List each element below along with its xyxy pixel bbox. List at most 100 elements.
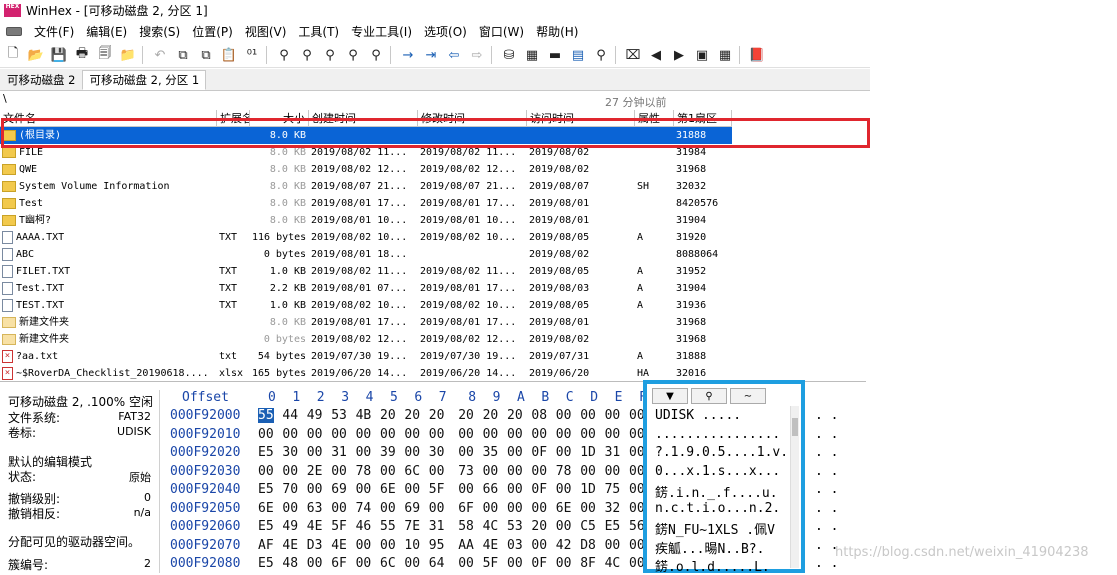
file-row[interactable]: T幽柯? 8.0 KB 2019/08/01 10... 2019/08/01 10.… xyxy=(0,212,732,229)
hex-byte[interactable]: 00 xyxy=(507,501,523,516)
hex-byte[interactable]: 00 xyxy=(380,501,396,516)
hex-byte[interactable]: 55 xyxy=(380,519,396,534)
hex-byte[interactable]: E5 xyxy=(258,556,274,571)
hex-byte[interactable]: 00 xyxy=(556,445,572,460)
file-row[interactable]: FILET.TXT TXT 1.0 KB 2019/08/02 11... 2019/0… xyxy=(0,263,732,280)
hex-byte[interactable]: 00 xyxy=(307,482,323,497)
next-icon[interactable]: ▶ xyxy=(669,45,689,65)
new-file-icon[interactable]: 🗋 xyxy=(3,45,23,65)
hex-byte[interactable]: 64 xyxy=(429,556,445,571)
hex-byte[interactable]: 44 xyxy=(282,408,298,423)
wave-icon[interactable]: ∼ xyxy=(730,388,766,404)
hex-byte[interactable]: 2E xyxy=(307,464,323,479)
hex-byte[interactable]: 58 xyxy=(458,519,474,534)
hex-byte[interactable]: 4B xyxy=(356,408,372,423)
open-folder-icon[interactable]: 📁 xyxy=(118,45,138,65)
dropdown-arrow-icon[interactable]: ▼ xyxy=(652,388,688,404)
hex-byte[interactable]: 46 xyxy=(356,519,372,534)
hex-byte[interactable]: 00 xyxy=(458,556,474,571)
hex-byte[interactable]: 00 xyxy=(507,427,523,442)
hex-byte[interactable]: 6C xyxy=(404,464,420,479)
menu-item[interactable]: 窗口(W) xyxy=(479,23,524,40)
hex-byte[interactable]: 49 xyxy=(307,408,323,423)
copy-block-icon[interactable]: ⧉ xyxy=(196,45,216,65)
hex-byte[interactable]: 08 xyxy=(531,408,547,423)
properties-icon[interactable]: 🗐 xyxy=(95,45,115,65)
grid-view-icon[interactable]: ▦ xyxy=(715,45,735,65)
binary-icon[interactable]: ⁰¹ xyxy=(242,45,262,65)
scroll-thumb[interactable] xyxy=(792,418,798,436)
hex-byte[interactable]: 00 xyxy=(483,464,499,479)
hex-byte[interactable]: 5F xyxy=(331,519,347,534)
undo-icon[interactable]: ↶ xyxy=(150,45,170,65)
hex-byte[interactable]: 00 xyxy=(556,519,572,534)
hex-byte[interactable]: 00 xyxy=(380,464,396,479)
file-row[interactable]: QWE 8.0 KB 2019/08/02 12... 2019/08/02 12..… xyxy=(0,161,732,178)
hex-byte[interactable]: 0F xyxy=(531,556,547,571)
hex-byte[interactable]: 7E xyxy=(404,519,420,534)
hex-byte[interactable]: 31 xyxy=(429,519,445,534)
hex-byte[interactable]: 69 xyxy=(331,482,347,497)
hex-byte[interactable]: 20 xyxy=(429,408,445,423)
hex-byte[interactable]: 4E xyxy=(483,538,499,553)
hex-byte[interactable]: 20 xyxy=(483,408,499,423)
file-row[interactable]: Test 8.0 KB 2019/08/01 17... 2019/08/01 17.… xyxy=(0,195,732,212)
file-row[interactable]: 新建文件夹 0 bytes 2019/08/02 12... 2019/08/02 1… xyxy=(0,331,732,348)
hex-byte[interactable]: 00 xyxy=(580,501,596,516)
hex-byte[interactable]: 00 xyxy=(429,427,445,442)
search-icon[interactable]: ⚲ xyxy=(591,45,611,65)
hex-byte[interactable]: 00 xyxy=(483,501,499,516)
hex-byte[interactable]: D8 xyxy=(580,538,596,553)
menu-item[interactable]: 专业工具(I) xyxy=(351,23,412,40)
hex-byte[interactable]: 00 xyxy=(307,427,323,442)
hex-byte[interactable]: D3 xyxy=(307,538,323,553)
hex-byte[interactable]: 5F xyxy=(429,482,445,497)
hex-byte[interactable]: 00 xyxy=(531,501,547,516)
goto-sector-icon[interactable]: ⇥ xyxy=(421,45,441,65)
hex-byte[interactable]: 75 xyxy=(605,482,621,497)
hex-byte[interactable]: 78 xyxy=(556,464,572,479)
goto-icon[interactable]: → xyxy=(398,45,418,65)
text-panel-scrollbar[interactable] xyxy=(790,406,799,568)
print-icon[interactable]: 🖶 xyxy=(72,45,92,65)
hex-byte[interactable]: 00 xyxy=(531,464,547,479)
hex-byte[interactable]: 00 xyxy=(258,427,274,442)
hex-byte[interactable]: 6E xyxy=(380,482,396,497)
menu-item[interactable]: 位置(P) xyxy=(192,23,233,40)
hex-byte[interactable]: 00 xyxy=(580,427,596,442)
file-row[interactable]: TEST.TXT TXT 1.0 KB 2019/08/02 10... 2019/08… xyxy=(0,297,732,314)
hex-byte[interactable]: 00 xyxy=(429,501,445,516)
hex-byte[interactable]: 00 xyxy=(356,427,372,442)
hex-byte[interactable]: 00 xyxy=(605,538,621,553)
hex-byte[interactable]: 4E xyxy=(307,519,323,534)
hex-byte[interactable]: 42 xyxy=(556,538,572,553)
hex-byte[interactable]: 73 xyxy=(458,464,474,479)
hex-byte[interactable]: E5 xyxy=(258,519,274,534)
hex-byte[interactable]: 20 xyxy=(507,408,523,423)
hex-byte[interactable]: 35 xyxy=(483,445,499,460)
hex-byte[interactable]: 4E xyxy=(331,538,347,553)
hex-byte[interactable]: AF xyxy=(258,538,274,553)
hex-byte[interactable]: 00 xyxy=(282,464,298,479)
forward-icon[interactable]: ⇨ xyxy=(467,45,487,65)
hex-byte[interactable]: 00 xyxy=(331,501,347,516)
file-row[interactable]: Test.TXT TXT 2.2 KB 2019/08/01 07... 2019/08… xyxy=(0,280,732,297)
menu-item[interactable]: 编辑(E) xyxy=(86,23,127,40)
ram-edit-icon[interactable]: ▦ xyxy=(522,45,542,65)
hex-byte[interactable]: 00 xyxy=(531,427,547,442)
hex-byte[interactable]: 63 xyxy=(307,501,323,516)
hex-byte[interactable]: 53 xyxy=(507,519,523,534)
text-panel[interactable]: ▼ ⚲ ∼ UDISK ..................... ?.1.9.0… xyxy=(643,380,805,575)
hex-byte[interactable]: 10 xyxy=(404,538,420,553)
hex-byte[interactable]: 00 xyxy=(282,427,298,442)
hex-byte[interactable]: 20 xyxy=(458,408,474,423)
hex-byte[interactable]: 00 xyxy=(458,427,474,442)
replace-text-icon[interactable]: ⚲ xyxy=(320,45,340,65)
hex-byte[interactable]: 00 xyxy=(356,445,372,460)
hex-byte[interactable]: 8F xyxy=(580,556,596,571)
hex-byte[interactable]: 6C xyxy=(380,556,396,571)
hex-byte[interactable]: 55 xyxy=(258,408,274,423)
prev-icon[interactable]: ◀ xyxy=(646,45,666,65)
file-row[interactable]: System Volume Information 8.0 KB 2019/08/0… xyxy=(0,178,732,195)
hex-byte[interactable]: 30 xyxy=(282,445,298,460)
